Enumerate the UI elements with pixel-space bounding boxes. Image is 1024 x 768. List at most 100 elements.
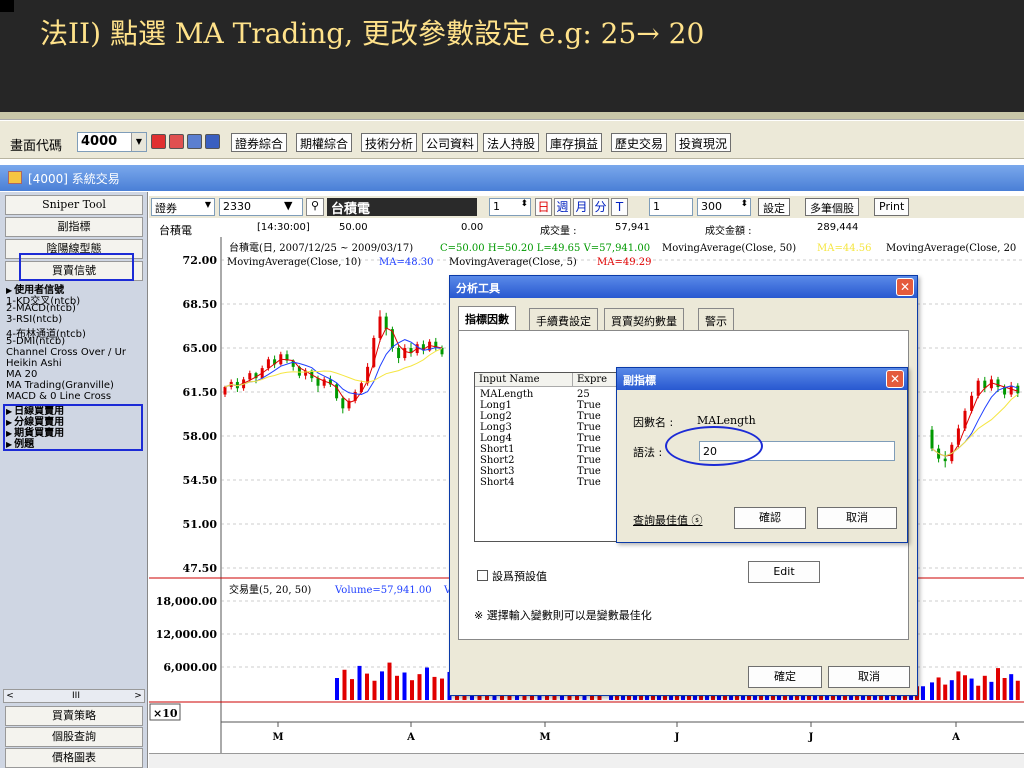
magnifier-icon[interactable]: ⚲ (306, 198, 324, 216)
optimize-note: ※ 選擇輸入變數則可以是變數最佳化 (474, 609, 652, 622)
tree-item[interactable]: 5-DMI(ntcb) (6, 336, 65, 347)
menu-strip (0, 112, 1024, 120)
toolbar-button[interactable]: 法人持股 (483, 133, 540, 152)
code-dropdown-icon[interactable]: ▼ (131, 133, 146, 151)
period-button[interactable]: 日 (535, 198, 552, 216)
tree-item[interactable]: 2-MACD(ntcb) (6, 303, 76, 314)
tree-item[interactable]: MA 20 (6, 369, 37, 380)
volume-tick-label: 6,000.00 (163, 661, 217, 674)
tree-item-label: MA 20 (6, 369, 38, 380)
toolbar-button[interactable]: 技術分析 (361, 133, 418, 152)
bars-spinner[interactable]: 300 ⬍ (697, 198, 751, 216)
candle-body (943, 458, 947, 462)
y-tick-label: 72.00 (183, 254, 218, 267)
cell-expr: True (577, 477, 601, 488)
toolbar-button[interactable]: 公司資料 (422, 133, 479, 152)
volume-tick-label: 12,000.00 (156, 628, 218, 641)
ma10-value: MA=48.30 (379, 257, 433, 268)
checkbox-box[interactable] (477, 570, 488, 581)
window-icon[interactable] (169, 134, 184, 149)
tree-item[interactable]: Channel Cross Over / Ur (6, 347, 126, 358)
search-red-icon[interactable] (151, 134, 166, 149)
multi-stock-button[interactable]: 多筆個股 (805, 198, 859, 216)
period-button[interactable]: 分 (592, 198, 609, 216)
period-button[interactable]: T (611, 198, 628, 216)
tree-item[interactable]: Heikin Ashi (6, 358, 62, 369)
edit-button[interactable]: Edit (748, 561, 820, 583)
spin-icon[interactable]: ⬍ (520, 199, 528, 209)
scroll-left-arrow[interactable]: < (4, 690, 16, 702)
left-button[interactable]: Sniper Tool (5, 195, 143, 215)
tab-item[interactable]: 警示 (698, 308, 734, 330)
info-price: 50.00 (339, 222, 368, 233)
confirm-button[interactable]: 確認 (734, 507, 806, 529)
left-bottom-button[interactable]: 個股查詢 (5, 727, 143, 747)
close-icon[interactable]: ✕ (886, 370, 904, 388)
bars-value: 300 (701, 200, 722, 213)
volume-bar (1015, 680, 1020, 700)
factor-label: 因數名 : (633, 416, 674, 429)
save-icon[interactable] (187, 134, 202, 149)
tab-item[interactable]: 手續費設定 (529, 308, 598, 330)
highlight-box-ma-trading (3, 404, 143, 451)
ma5-label: MovingAverage(Close, 5) (449, 257, 577, 268)
spin-icon[interactable]: ⬍ (740, 199, 748, 209)
left-bottom-button[interactable]: 價格圖表 (5, 748, 143, 768)
volume-bar (440, 678, 444, 700)
candle-body (1009, 385, 1013, 395)
chart-toolbar: 證券 ▼ 2330 ▼ ⚲ 台積電 1 ⬍ 日週月分T 1 300 ⬍ 設定 多… (149, 196, 1024, 218)
price-info-row: 台積電 [14:30:00] 50.00 0.00 成交量 : 57,941 成… (149, 219, 1024, 237)
default-label: 設爲預設值 (492, 570, 547, 583)
period-button[interactable]: 月 (573, 198, 590, 216)
count-spinner[interactable]: 1 ⬍ (489, 198, 531, 216)
toolbar-button[interactable]: 投資現況 (675, 133, 732, 152)
tree-item[interactable]: MA Trading(Granville) (6, 380, 114, 391)
toolbar: 畫面代碼 4000 ▼ 證券綜合 期權綜合 技術分析 公司資料 法人持股 庫存損益 歷史交易… (0, 121, 1024, 159)
symbol-dropdown-icon[interactable]: ▼ (284, 199, 292, 212)
tree-item[interactable]: MACD & 0 Line Cross (6, 391, 111, 402)
volume-bar (963, 675, 967, 700)
optimize-button[interactable]: 查詢最佳值 ⓢ (633, 512, 703, 528)
set-button[interactable]: 設定 (758, 198, 790, 216)
month-label: A (406, 732, 415, 743)
scroll-thumb[interactable]: III (68, 690, 84, 702)
left-bottom-button[interactable]: 買賣策略 (5, 706, 143, 726)
tree-item-label: Heikin Ashi (6, 358, 62, 369)
toolbar-button[interactable]: 庫存損益 (546, 133, 603, 152)
sub-cancel-button[interactable]: 取消 (817, 507, 897, 529)
toolbar-button[interactable]: 期權綜合 (296, 133, 353, 152)
cancel-button[interactable]: 取消 (828, 666, 910, 688)
code-value: 4000 (81, 134, 118, 149)
period-button[interactable]: 週 (554, 198, 571, 216)
close-icon[interactable]: ✕ (896, 278, 914, 296)
volume-bar (387, 662, 392, 700)
chart-scrollbar[interactable] (149, 753, 1024, 768)
code-input[interactable]: 4000 ▼ (77, 132, 147, 152)
month-label: J (808, 732, 814, 743)
tree-item[interactable]: 3-RSI(ntcb) (6, 314, 62, 325)
cell-expr: True (577, 455, 601, 466)
print-button[interactable]: Print (874, 198, 910, 216)
default-checkbox[interactable]: 設爲預設值 (477, 568, 547, 584)
syntax-label: 語法 : (633, 446, 663, 459)
tab-item[interactable]: 指標因數 (458, 306, 516, 331)
period-num-select[interactable]: 1 (649, 198, 693, 216)
tab-item[interactable]: 買賣契約數量 (604, 308, 684, 330)
candle-body (996, 379, 1000, 387)
toolbar-button[interactable]: 證券綜合 (231, 133, 288, 152)
volume-tick-label: 18,000.00 (156, 595, 218, 608)
info-stock-name: 台積電 (159, 224, 192, 237)
chevron-down-icon[interactable]: ▼ (205, 200, 211, 209)
ok-button[interactable]: 確定 (748, 666, 822, 688)
left-button[interactable]: 副指標 (5, 217, 143, 237)
market-select[interactable]: 證券 ▼ (151, 198, 215, 216)
dropdown-icon[interactable] (205, 134, 220, 149)
candle-body (316, 378, 320, 386)
toolbar-button[interactable]: 歷史交易 (611, 133, 668, 152)
highlight-box-signal (19, 253, 134, 281)
volume-bar (380, 671, 384, 700)
month-label: M (272, 732, 283, 743)
volume-bar (976, 685, 981, 700)
scroll-right-arrow[interactable]: > (132, 690, 144, 702)
left-scrollbar[interactable]: < III > (3, 689, 145, 703)
